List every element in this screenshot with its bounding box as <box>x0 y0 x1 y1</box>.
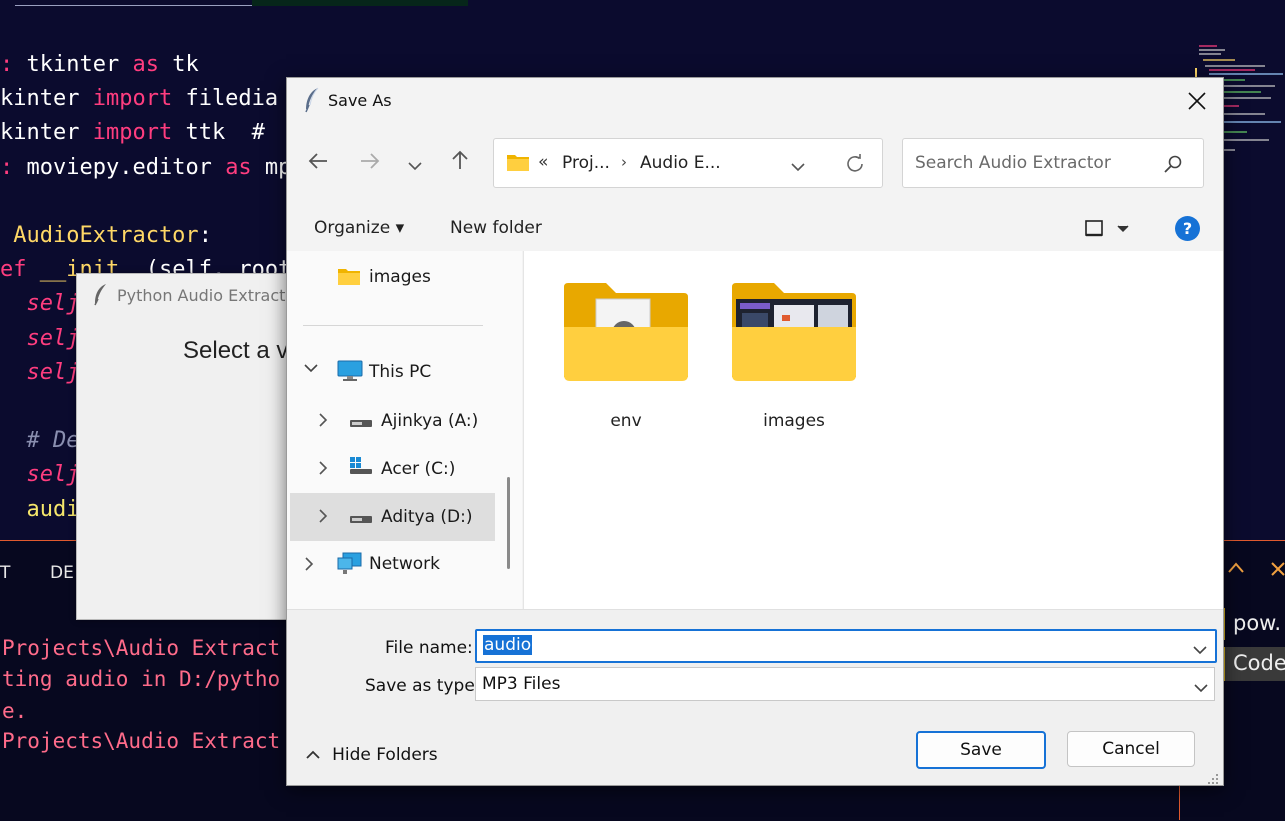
pc-icon <box>337 359 363 387</box>
select-video-label: Select a v <box>183 337 289 364</box>
folder-icon <box>732 283 856 381</box>
chevron-right-icon[interactable] <box>317 508 329 528</box>
nav-scrollbar[interactable] <box>507 477 510 569</box>
code-line: selj <box>0 326 80 351</box>
cancel-button[interactable]: Cancel <box>1067 731 1195 767</box>
file-name-value: audio <box>483 635 533 655</box>
view-options-icon[interactable] <box>1084 219 1134 243</box>
folder-icon <box>506 152 530 176</box>
python-window-title: Python Audio Extracto <box>117 286 296 305</box>
search-icon[interactable] <box>1163 154 1183 178</box>
new-folder-button[interactable]: New folder <box>450 218 542 238</box>
terminal-pow-item[interactable]: pow. <box>1222 608 1285 640</box>
save-as-dialog: Save As « Proj... › Audio E... Search Au… <box>286 77 1224 786</box>
folder-icon <box>564 283 688 381</box>
chevron-down-icon[interactable] <box>303 362 319 378</box>
save-type-select[interactable]: MP3 Files <box>475 667 1215 701</box>
code-line: AudioExtractor: <box>0 223 212 248</box>
terminal-code-label: Code <box>1233 651 1285 675</box>
recent-locations-chevron-icon[interactable] <box>407 154 423 179</box>
command-bar: Organize ▾ New folder ? <box>287 205 1223 251</box>
save-type-value: MP3 Files <box>482 674 561 694</box>
code-line: kinter import ttk # <box>0 120 265 145</box>
code-line: : tkinter as tk <box>0 52 199 77</box>
refresh-icon[interactable] <box>844 153 866 179</box>
breadcrumb-separator: › <box>621 153 627 171</box>
file-list: env images <box>523 251 1223 609</box>
feather-icon <box>91 283 111 311</box>
folder-item-env[interactable]: env <box>562 281 690 431</box>
navigation-pane: images This PC Ajinkya (A:) Acer (C:) Ad… <box>287 251 522 609</box>
terminal-tab-debug[interactable]: DE <box>50 563 74 583</box>
chevron-up-icon <box>306 750 320 759</box>
back-arrow-icon[interactable] <box>307 150 329 178</box>
dialog-titlebar[interactable]: Save As <box>287 78 1223 123</box>
tree-item-drive-d[interactable]: Aditya (D:) <box>381 507 472 527</box>
hide-folders-label: Hide Folders <box>332 744 438 765</box>
tree-item-images[interactable]: images <box>369 267 431 287</box>
resize-grip-icon[interactable] <box>1205 770 1219 785</box>
file-name-label: File name: <box>385 638 473 658</box>
forward-arrow-icon[interactable] <box>359 150 381 178</box>
code-line: kinter import filedia <box>0 86 279 111</box>
search-placeholder: Search Audio Extractor <box>915 153 1111 173</box>
network-icon <box>337 551 363 579</box>
feather-icon <box>302 87 322 117</box>
terminal-line: Projects\Audio Extract <box>2 729 281 753</box>
code-line: audi <box>0 497 80 522</box>
terminal-code-item[interactable]: Code <box>1222 647 1285 681</box>
code-line: selj <box>0 462 80 487</box>
breadcrumb-item[interactable]: Audio E... <box>640 153 721 173</box>
address-dropdown-chevron-icon[interactable] <box>790 158 806 177</box>
up-arrow-icon[interactable] <box>449 149 471 177</box>
close-icon[interactable] <box>1175 86 1219 116</box>
close-panel-icon[interactable] <box>1270 560 1285 582</box>
file-name-field[interactable]: audio <box>475 629 1217 663</box>
tree-item-this-pc[interactable]: This PC <box>369 362 431 382</box>
save-button[interactable]: Save <box>916 731 1046 769</box>
editor-tab-strip <box>252 0 468 6</box>
organize-button[interactable]: Organize ▾ <box>314 218 404 238</box>
code-line: selj <box>0 360 80 385</box>
code-line: selj <box>0 291 80 316</box>
python-app-window: Python Audio Extracto Select a v <box>76 273 298 620</box>
folder-name: env <box>610 411 642 431</box>
chevron-right-icon[interactable] <box>317 460 329 480</box>
code-line: # De <box>0 428 80 453</box>
save-type-label: Save as type: <box>365 676 481 696</box>
terminal-line: ting audio in D:/pytho <box>2 667 281 691</box>
navigation-row: « Proj... › Audio E... Search Audio Extr… <box>287 123 1223 205</box>
address-bar[interactable]: « Proj... › Audio E... <box>493 138 883 188</box>
help-icon[interactable]: ? <box>1175 216 1200 241</box>
drive-icon <box>349 414 373 433</box>
hide-folders-toggle[interactable]: Hide Folders <box>305 744 438 765</box>
tree-item-drive-a[interactable]: Ajinkya (A:) <box>381 411 478 431</box>
breadcrumb-overflow[interactable]: « <box>538 152 548 172</box>
chevron-down-icon[interactable] <box>1193 679 1209 698</box>
terminal-line: e. <box>2 699 28 723</box>
save-options-area: File name: audio Save as type: MP3 Files… <box>287 609 1223 785</box>
windows-drive-icon <box>349 456 373 480</box>
code-line: : moviepy.editor as mp <box>0 155 292 180</box>
terminal-pow-label: pow. <box>1233 611 1282 635</box>
editor-tab-underline <box>15 5 252 6</box>
terminal-line: Projects\Audio Extract <box>2 636 281 660</box>
dialog-title: Save As <box>328 91 392 110</box>
chevron-right-icon[interactable] <box>317 412 329 432</box>
tree-divider <box>303 325 483 326</box>
folder-icon <box>337 266 361 290</box>
chevron-right-icon[interactable] <box>303 556 315 576</box>
chevron-up-icon[interactable] <box>1226 558 1246 582</box>
terminal-tab-output[interactable]: T <box>0 563 10 583</box>
drive-icon <box>349 510 373 529</box>
tree-item-network[interactable]: Network <box>369 554 440 574</box>
tree-item-drive-c[interactable]: Acer (C:) <box>381 459 455 479</box>
breadcrumb-item[interactable]: Proj... <box>562 153 610 173</box>
chevron-down-icon[interactable] <box>1192 641 1208 660</box>
folder-item-images[interactable]: images <box>730 281 858 431</box>
search-input[interactable]: Search Audio Extractor <box>902 138 1204 188</box>
folder-name: images <box>763 411 825 431</box>
